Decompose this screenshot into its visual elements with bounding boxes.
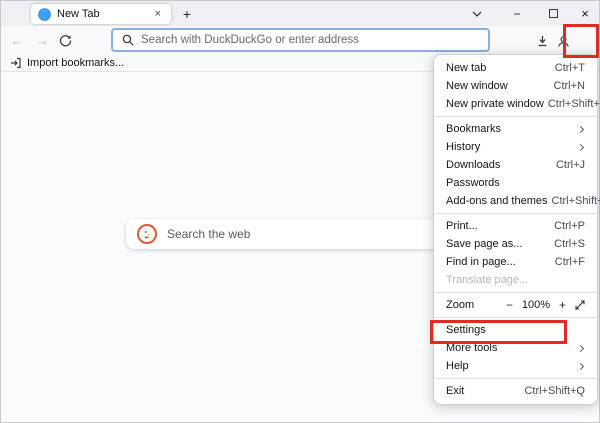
annotation-box-hamburger-button [563, 24, 599, 58]
tab-favicon [38, 8, 51, 21]
import-icon [10, 57, 22, 69]
maximize-button[interactable] [541, 4, 565, 23]
titlebar: New Tab × + − × [1, 1, 599, 26]
downloads-button[interactable] [532, 31, 552, 51]
menu-item-save-page-as[interactable]: Save page as... Ctrl+S [434, 235, 597, 253]
forward-button[interactable]: → [31, 30, 53, 50]
menu-item-label: Exit [446, 385, 464, 397]
menu-item-help[interactable]: Help [434, 357, 597, 375]
chevron-right-icon [577, 125, 584, 132]
zoom-in-button[interactable]: + [559, 298, 566, 312]
address-bar[interactable] [111, 28, 490, 52]
menu-item-label: Save page as... [446, 238, 522, 250]
menu-separator [434, 213, 597, 214]
menu-item-label: Help [446, 360, 469, 372]
minimize-button[interactable]: − [505, 4, 529, 23]
menu-item-shortcut: Ctrl+S [554, 238, 585, 250]
menu-item-history[interactable]: History [434, 138, 597, 156]
menu-item-new-private-window[interactable]: New private window Ctrl+Shift+P [434, 95, 597, 113]
menu-item-label: Downloads [446, 159, 500, 171]
chevron-right-icon [577, 344, 584, 351]
menu-separator [434, 116, 597, 117]
close-window-button[interactable]: × [573, 4, 597, 23]
menu-item-new-window[interactable]: New window Ctrl+N [434, 77, 597, 95]
menu-item-shortcut: Ctrl+F [555, 256, 585, 268]
maximize-icon [549, 9, 558, 18]
menu-item-shortcut: Ctrl+Shift+Q [524, 385, 585, 397]
back-button[interactable]: ← [6, 30, 28, 50]
menu-item-label: Passwords [446, 177, 500, 189]
fullscreen-icon[interactable] [575, 300, 585, 310]
menu-item-label: Translate page... [446, 274, 528, 286]
menu-item-zoom[interactable]: Zoom −100% + [434, 296, 597, 314]
duckduckgo-icon [137, 224, 157, 244]
tab-close-icon[interactable]: × [152, 8, 164, 21]
menu-item-label: Bookmarks [446, 123, 501, 135]
menu-separator [434, 378, 597, 379]
menu-item-shortcut: Ctrl+P [554, 220, 585, 232]
browser-window: New Tab × + − × ← → [0, 0, 600, 423]
search-icon [122, 34, 134, 46]
tab-title: New Tab [57, 8, 146, 20]
reload-icon [59, 34, 72, 47]
chevron-right-icon [577, 362, 584, 369]
menu-item-label: New window [446, 80, 508, 92]
menu-item-label: Print... [446, 220, 478, 232]
menu-item-label: New tab [446, 62, 486, 74]
menu-item-exit[interactable]: Exit Ctrl+Shift+Q [434, 382, 597, 400]
menu-item-new-tab[interactable]: New tab Ctrl+T [434, 59, 597, 77]
menu-item-translate-page: Translate page... [434, 271, 597, 289]
menu-item-downloads[interactable]: Downloads Ctrl+J [434, 156, 597, 174]
list-tabs-button[interactable] [465, 4, 489, 23]
chevron-down-icon [472, 11, 482, 17]
address-input[interactable] [141, 34, 479, 46]
menu-item-label: Find in page... [446, 256, 516, 268]
app-menu: New tab Ctrl+T New window Ctrl+N New private… [433, 54, 598, 405]
menu-item-add-ons-and-themes[interactable]: Add-ons and themes Ctrl+Shift+A [434, 192, 597, 210]
menu-item-bookmarks[interactable]: Bookmarks [434, 120, 597, 138]
reload-button[interactable] [54, 30, 76, 50]
zoom-level-value[interactable]: 100% [522, 299, 550, 311]
menu-item-label: Zoom [446, 299, 474, 311]
menu-item-label: Add-ons and themes [446, 195, 548, 207]
menu-item-label: New private window [446, 98, 544, 110]
zoom-out-button[interactable]: − [506, 298, 513, 312]
navigation-toolbar: ← → [1, 26, 599, 54]
menu-item-shortcut: Ctrl+T [555, 62, 585, 74]
menu-separator [434, 292, 597, 293]
annotation-box-settings-item [430, 320, 567, 344]
menu-separator [434, 317, 597, 318]
menu-item-shortcut: Ctrl+Shift+A [552, 195, 600, 207]
menu-item-shortcut: Ctrl+J [556, 159, 585, 171]
download-icon [536, 35, 549, 48]
search-the-web-placeholder: Search the web [167, 227, 250, 241]
menu-item-find-in-page[interactable]: Find in page... Ctrl+F [434, 253, 597, 271]
menu-item-print[interactable]: Print... Ctrl+P [434, 217, 597, 235]
menu-item-passwords[interactable]: Passwords [434, 174, 597, 192]
menu-item-shortcut: Ctrl+N [554, 80, 585, 92]
menu-item-label: History [446, 141, 480, 153]
import-bookmarks-button[interactable]: Import bookmarks... [27, 57, 124, 69]
menu-item-shortcut: Ctrl+Shift+P [548, 98, 600, 110]
web-search-box[interactable]: Search the web [126, 219, 476, 249]
new-tab-button[interactable]: + [175, 4, 199, 23]
chevron-right-icon [577, 143, 584, 150]
tab-new-tab[interactable]: New Tab × [31, 4, 171, 24]
